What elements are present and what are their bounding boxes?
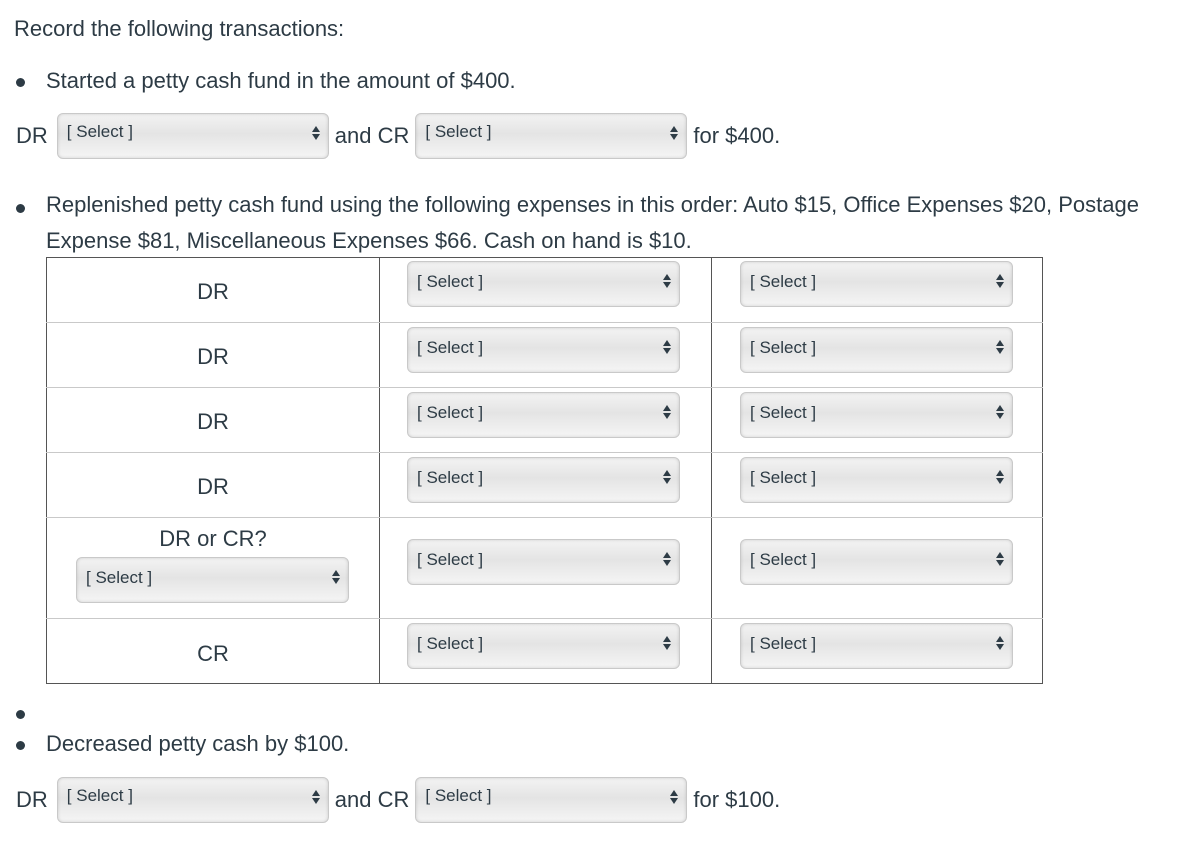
amount-select[interactable]: [ Select ] xyxy=(740,539,1013,585)
and-cr-label: and CR xyxy=(334,787,410,812)
select-arrows-icon xyxy=(663,552,671,572)
row-type-label: CR xyxy=(197,641,229,666)
account-select[interactable]: [ Select ] xyxy=(407,623,680,669)
select-arrows-icon xyxy=(996,340,1004,360)
bullet-icon xyxy=(16,741,25,750)
table-row: DR [ Select ] [ Select ] xyxy=(46,257,1043,323)
select-arrows-icon xyxy=(663,340,671,360)
transaction-2: Replenished petty cash fund using the fo… xyxy=(16,192,1196,259)
select-arrows-icon xyxy=(996,636,1004,656)
transaction-1: Started a petty cash fund in the amount … xyxy=(16,68,516,94)
row-type-label: DR or CR? xyxy=(159,526,267,551)
account-select[interactable]: [ Select ] xyxy=(407,261,680,307)
table-row: CR [ Select ] [ Select ] xyxy=(46,618,1043,684)
select-arrows-icon xyxy=(996,552,1004,572)
select-arrows-icon xyxy=(663,470,671,490)
table-row: DR [ Select ] [ Select ] xyxy=(46,322,1043,388)
empty-bullet xyxy=(16,700,46,719)
row-type-label: DR xyxy=(197,344,229,369)
q1-debit-select[interactable]: [ Select ] xyxy=(56,113,329,159)
account-select[interactable]: [ Select ] xyxy=(407,392,680,438)
transaction-3-entry: DR [ Select ] and CR [ Select ] for $100… xyxy=(16,777,786,823)
row-type-label: DR xyxy=(197,279,229,304)
select-arrows-icon xyxy=(311,790,320,810)
row-type-label: DR xyxy=(197,409,229,434)
amount-label: for $400. xyxy=(693,123,781,148)
dr-label: DR xyxy=(16,787,48,812)
dr-label: DR xyxy=(16,123,48,148)
amount-select[interactable]: [ Select ] xyxy=(740,623,1013,669)
select-arrows-icon xyxy=(996,405,1004,425)
transaction-3: Decreased petty cash by $100. xyxy=(16,731,349,757)
q3-credit-select[interactable]: [ Select ] xyxy=(415,777,688,823)
table-row: DR [ Select ] [ Select ] xyxy=(46,452,1043,518)
select-arrows-icon xyxy=(663,405,671,425)
transaction-2-text: Replenished petty cash fund using the fo… xyxy=(46,192,1139,253)
journal-entry-table: DR [ Select ] [ Select ] DR [ Select ] [… xyxy=(46,257,1043,684)
transaction-1-text: Started a petty cash fund in the amount … xyxy=(46,68,516,93)
transaction-3-text: Decreased petty cash by $100. xyxy=(46,731,350,756)
bullet-icon xyxy=(16,78,25,87)
bullet-icon xyxy=(16,710,25,719)
amount-label: for $100. xyxy=(693,787,781,812)
q3-debit-select[interactable]: [ Select ] xyxy=(56,777,329,823)
table-row: DR or CR? [ Select ] [ Select ] [ Select… xyxy=(46,517,1043,619)
select-arrows-icon xyxy=(663,636,671,656)
q1-credit-select[interactable]: [ Select ] xyxy=(415,113,688,159)
amount-select[interactable]: [ Select ] xyxy=(740,261,1013,307)
select-arrows-icon xyxy=(332,570,340,590)
amount-select[interactable]: [ Select ] xyxy=(740,392,1013,438)
select-arrows-icon xyxy=(670,790,679,810)
amount-select[interactable]: [ Select ] xyxy=(740,457,1013,503)
transaction-1-entry: DR [ Select ] and CR [ Select ] for $400… xyxy=(16,113,786,159)
select-arrows-icon xyxy=(996,470,1004,490)
instructions-heading: Record the following transactions: xyxy=(14,16,345,41)
table-row: DR [ Select ] [ Select ] xyxy=(46,387,1043,453)
account-select[interactable]: [ Select ] xyxy=(407,539,680,585)
bullet-icon xyxy=(16,204,25,213)
select-arrows-icon xyxy=(663,274,671,294)
select-arrows-icon xyxy=(311,126,320,146)
dr-or-cr-select[interactable]: [ Select ] xyxy=(76,557,349,603)
select-arrows-icon xyxy=(996,274,1004,294)
row-type-label: DR xyxy=(197,474,229,499)
amount-select[interactable]: [ Select ] xyxy=(740,327,1013,373)
account-select[interactable]: [ Select ] xyxy=(407,327,680,373)
and-cr-label: and CR xyxy=(334,123,410,148)
select-arrows-icon xyxy=(670,126,679,146)
account-select[interactable]: [ Select ] xyxy=(407,457,680,503)
